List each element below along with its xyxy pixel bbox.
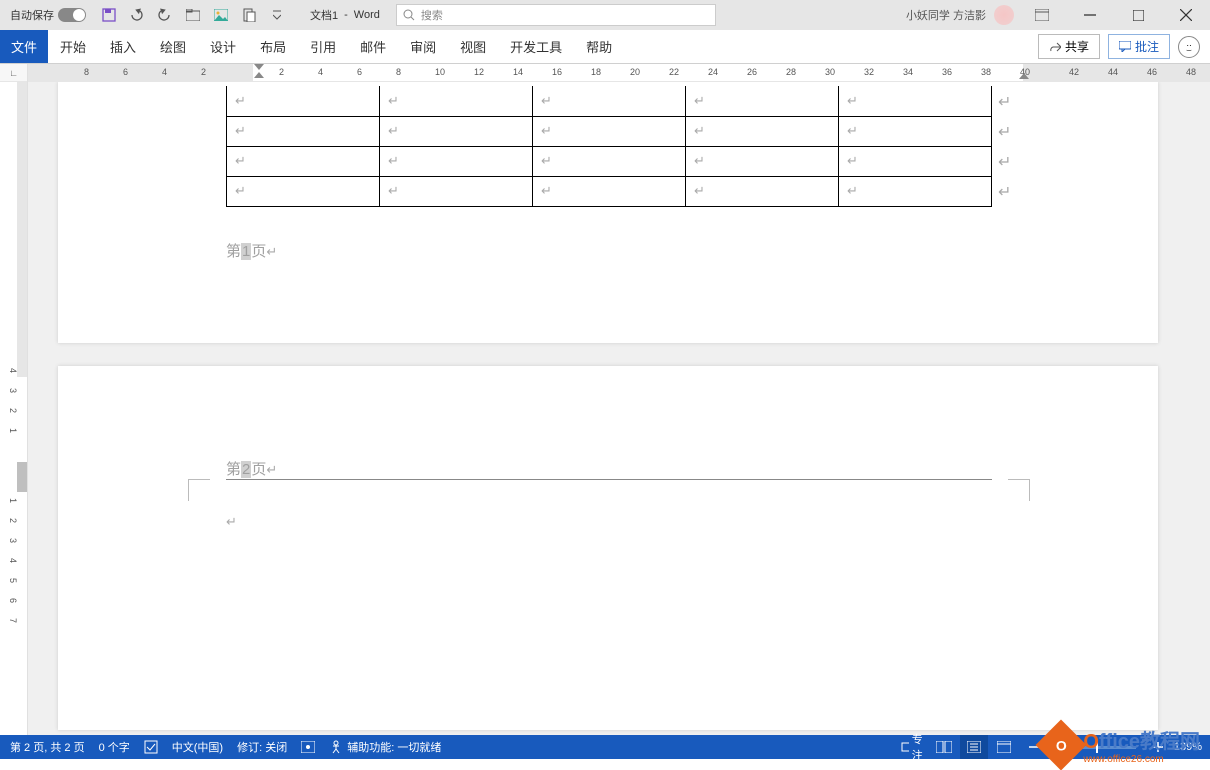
tab-10[interactable]: 帮助	[574, 30, 624, 63]
folder-button[interactable]	[180, 2, 206, 28]
autosave-toggle[interactable]: 自动保存 关	[0, 7, 92, 23]
ribbon-tabs: 文件 开始插入绘图设计布局引用邮件审阅视图开发工具帮助 共享 批注	[0, 30, 1210, 64]
close-button[interactable]	[1166, 0, 1206, 30]
focus-icon	[900, 741, 909, 753]
track-changes[interactable]: 修订: 关闭	[237, 739, 287, 755]
para-mark: ↵	[226, 514, 237, 530]
tab-8[interactable]: 视图	[448, 30, 498, 63]
document-area: 43211234567 ↵↵↵↵↵ ↵↵↵↵↵ ↵↵↵↵↵ ↵↵↵↵↵ ↵ ↵ …	[0, 82, 1210, 735]
page-1-footer[interactable]: 第1页↵	[226, 240, 277, 261]
tab-7[interactable]: 审阅	[398, 30, 448, 63]
document-title: 文档1 - Word 搜索	[310, 4, 906, 26]
watermark-icon: O	[1036, 720, 1087, 770]
comment-icon	[1119, 41, 1131, 52]
tab-2[interactable]: 绘图	[148, 30, 198, 63]
feedback-button[interactable]	[1178, 36, 1200, 58]
search-placeholder: 搜索	[421, 7, 443, 23]
web-layout-button[interactable]	[990, 735, 1018, 759]
vertical-ruler[interactable]: 43211234567	[0, 82, 28, 735]
accessibility[interactable]: 辅助功能: 一切就绪	[329, 739, 441, 755]
ribbon-right: 共享 批注	[1038, 30, 1210, 63]
language[interactable]: 中文(中国)	[172, 739, 223, 755]
save-button[interactable]	[96, 2, 122, 28]
comments-button[interactable]: 批注	[1108, 34, 1170, 59]
redo-button[interactable]	[152, 2, 178, 28]
print-layout-button[interactable]	[960, 735, 988, 759]
page-2-header[interactable]: 第2页↵	[226, 458, 277, 479]
focus-mode-button[interactable]: 专注	[900, 735, 928, 759]
horizontal-ruler-row: ∟ 86422468101214161820222426283032343638…	[0, 64, 1210, 82]
autosave-label: 自动保存	[10, 7, 54, 23]
ribbon-display-button[interactable]	[1022, 0, 1062, 30]
page-info[interactable]: 第 2 页, 共 2 页	[10, 739, 85, 755]
read-mode-button[interactable]	[930, 735, 958, 759]
tab-selector[interactable]: ∟	[0, 64, 28, 82]
tab-0[interactable]: 开始	[48, 30, 98, 63]
user-name: 小妖同学 方洁影	[906, 7, 986, 23]
tab-5[interactable]: 引用	[298, 30, 348, 63]
crop-mark-icon	[188, 215, 210, 237]
share-icon	[1049, 41, 1061, 53]
status-left: 第 2 页, 共 2 页 0 个字 中文(中国) 修订: 关闭 辅助功能: 一切…	[0, 739, 441, 755]
macro-icon[interactable]	[301, 741, 315, 753]
tab-3[interactable]: 设计	[198, 30, 248, 63]
file-tab[interactable]: 文件	[0, 30, 48, 63]
user-area: 小妖同学 方洁影	[906, 0, 1210, 30]
title-bar: 自动保存 关 文档1 - Word 搜索 小妖同学 方洁影	[0, 0, 1210, 30]
indent-marker[interactable]	[254, 64, 264, 78]
right-indent-marker[interactable]	[1019, 73, 1029, 79]
tab-9[interactable]: 开发工具	[498, 30, 574, 63]
share-button[interactable]: 共享	[1038, 34, 1100, 59]
user-avatar-icon[interactable]	[994, 5, 1014, 25]
tab-1[interactable]: 插入	[98, 30, 148, 63]
word-count[interactable]: 0 个字	[99, 739, 130, 755]
toggle-switch[interactable]: 关	[58, 8, 86, 22]
search-box[interactable]: 搜索	[396, 4, 716, 26]
app-name: Word	[354, 9, 380, 21]
horizontal-ruler[interactable]: 8642246810121416182022242628303234363840…	[28, 64, 1210, 81]
page-1[interactable]: ↵↵↵↵↵ ↵↵↵↵↵ ↵↵↵↵↵ ↵↵↵↵↵ ↵ ↵ ↵ ↵ 第1页↵	[58, 82, 1158, 343]
document-table[interactable]: ↵↵↵↵↵ ↵↵↵↵↵ ↵↵↵↵↵ ↵↵↵↵↵	[226, 86, 992, 207]
watermark-logo: O Office教程网 www.office26.com	[1043, 725, 1200, 765]
pages-container: ↵↵↵↵↵ ↵↵↵↵↵ ↵↵↵↵↵ ↵↵↵↵↵ ↵ ↵ ↵ ↵ 第1页↵ 第2页…	[28, 82, 1210, 735]
undo-button[interactable]	[124, 2, 150, 28]
crop-mark-icon	[1008, 479, 1030, 501]
spell-check-icon[interactable]	[144, 740, 158, 754]
maximize-button[interactable]	[1118, 0, 1158, 30]
picture-button[interactable]	[208, 2, 234, 28]
search-icon	[403, 9, 415, 21]
doc-name: 文档1	[310, 7, 338, 23]
page-2[interactable]: 第2页↵ ↵	[58, 366, 1158, 730]
tab-4[interactable]: 布局	[248, 30, 298, 63]
status-bar: 第 2 页, 共 2 页 0 个字 中文(中国) 修订: 关闭 辅助功能: 一切…	[0, 735, 1210, 759]
tab-6[interactable]: 邮件	[348, 30, 398, 63]
paste-button[interactable]	[236, 2, 262, 28]
quick-access-toolbar	[96, 2, 290, 28]
header-underline	[226, 479, 992, 480]
crop-mark-icon	[188, 479, 210, 501]
minimize-button[interactable]	[1070, 0, 1110, 30]
accessibility-icon	[329, 740, 343, 754]
crop-mark-icon	[1008, 215, 1030, 237]
qat-customize-button[interactable]	[264, 2, 290, 28]
